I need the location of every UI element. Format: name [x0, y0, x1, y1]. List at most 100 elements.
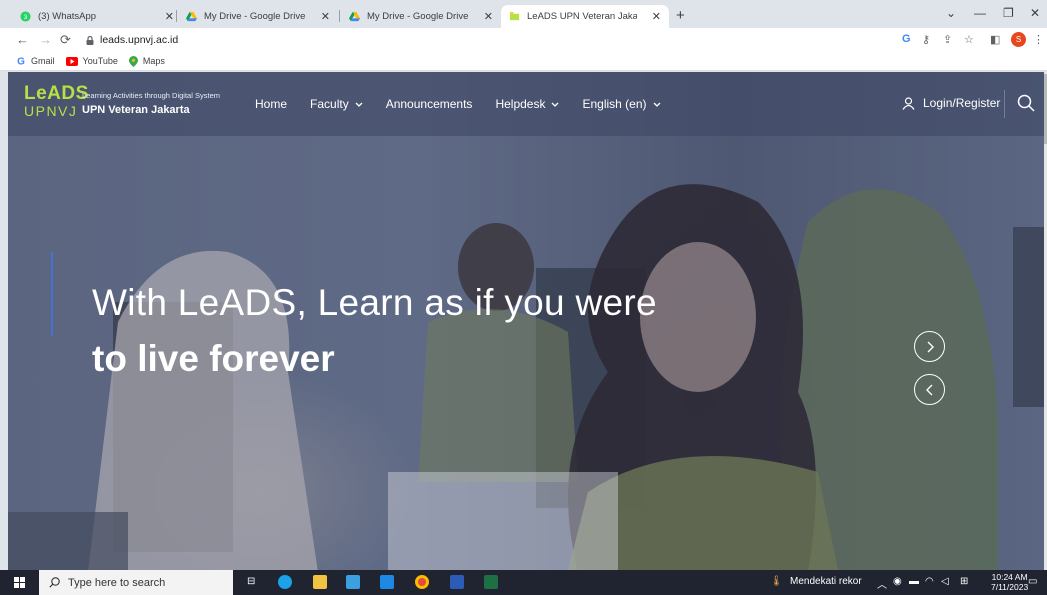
taskbar-search-placeholder: Type here to search: [68, 576, 166, 589]
search-icon[interactable]: [1017, 94, 1035, 112]
login-register-link[interactable]: Login/Register: [902, 96, 1000, 110]
menu-label: Helpdesk: [495, 97, 546, 111]
youtube-icon: [65, 56, 78, 66]
more-menu-icon[interactable]: ⋮: [1033, 33, 1044, 46]
menu-item-announcements[interactable]: Announcements: [386, 97, 473, 111]
hero-accent-line: [51, 252, 53, 336]
menu-label: Home: [255, 97, 288, 111]
weather-thermometer-icon: 🌡: [770, 576, 783, 587]
taskbar-clock[interactable]: 10:24 AM 7/11/2023: [991, 572, 1028, 592]
leads-favicon-icon: [509, 11, 520, 21]
edge-icon[interactable]: [278, 575, 292, 589]
google-lens-icon[interactable]: G: [902, 33, 911, 45]
side-panel-icon[interactable]: ◧: [990, 33, 1000, 46]
maps-pin-icon: [128, 55, 138, 67]
file-explorer-icon[interactable]: [313, 575, 327, 589]
chevron-left-icon: [925, 384, 932, 395]
whatsapp-icon: 3: [20, 11, 31, 22]
lock-icon: [86, 35, 94, 45]
leads-logo[interactable]: LeADS UPNVJ Learning Activities through …: [24, 83, 220, 119]
svg-text:G: G: [17, 57, 25, 67]
battery-icon[interactable]: ▬: [909, 576, 919, 587]
slider-prev-button[interactable]: [914, 374, 945, 405]
logo-tagline: Learning Activities through Digital Syst…: [82, 91, 220, 100]
close-tab-icon[interactable]: ✕: [165, 10, 174, 23]
volume-icon[interactable]: ◁: [941, 576, 949, 587]
language-ime-icon[interactable]: ⊞: [960, 576, 968, 587]
tab-whatsapp[interactable]: 3 (3) WhatsApp ✕: [12, 5, 182, 28]
tab-title: (3) WhatsApp: [38, 11, 97, 22]
taskbar-search-box[interactable]: Type here to search: [39, 570, 233, 595]
tab-title: LeADS UPN Veteran Jakarta: [527, 11, 637, 22]
site-navbar: LeADS UPNVJ Learning Activities through …: [8, 72, 1044, 136]
menu-item-language[interactable]: English (en): [582, 97, 660, 111]
reload-button[interactable]: ⟳: [60, 32, 71, 48]
microsoft-store-icon[interactable]: [346, 575, 360, 589]
chrome-icon[interactable]: [415, 575, 429, 589]
login-label: Login/Register: [923, 96, 1001, 110]
tab-separator: [176, 10, 177, 22]
tab-google-drive-2[interactable]: My Drive - Google Drive ✕: [341, 5, 501, 28]
chevron-down-icon: [552, 102, 559, 107]
tab-separator: [339, 10, 340, 22]
hero-headline-line2: to live forever: [92, 338, 335, 379]
close-tab-icon[interactable]: ✕: [484, 10, 493, 23]
chevron-right-icon: [927, 341, 934, 352]
google-drive-icon: [186, 11, 197, 22]
svg-text:3: 3: [24, 14, 28, 21]
close-tab-icon[interactable]: ✕: [321, 10, 330, 23]
back-button[interactable]: ←: [16, 32, 29, 47]
clock-date: 7/11/2023: [991, 582, 1029, 592]
bookmark-label: Maps: [142, 56, 165, 66]
excel-icon[interactable]: [484, 575, 498, 589]
minimize-button[interactable]: —: [974, 6, 986, 20]
address-bar[interactable]: leads.upnvj.ac.id: [86, 31, 178, 49]
restore-button[interactable]: ❐: [1003, 6, 1014, 20]
share-icon[interactable]: ⇪: [943, 33, 952, 46]
tray-app-icon[interactable]: ◉: [893, 576, 902, 587]
weather-text[interactable]: Mendekati rekor: [790, 576, 862, 587]
url-text: leads.upnvj.ac.id: [100, 34, 179, 46]
new-tab-button[interactable]: +: [676, 7, 685, 24]
tab-title: My Drive - Google Drive: [204, 11, 306, 22]
menu-item-home[interactable]: Home: [255, 97, 287, 111]
close-window-button[interactable]: ✕: [1030, 6, 1040, 20]
windows-start-icon[interactable]: [14, 577, 25, 588]
logo-leads-text: LeADS: [24, 83, 89, 104]
profile-avatar[interactable]: S: [1011, 32, 1026, 47]
bookmark-label: YouTube: [82, 56, 118, 66]
tab-google-drive-1[interactable]: My Drive - Google Drive ✕: [178, 5, 338, 28]
browser-tab-strip: 3 (3) WhatsApp ✕ My Drive - Google Drive…: [0, 0, 1047, 28]
menu-label: Faculty: [310, 97, 349, 111]
menu-label: Announcements: [385, 97, 473, 111]
chevron-down-icon: [653, 102, 660, 107]
hero-headline-line1: With LeADS, Learn as if you were: [92, 282, 657, 323]
browser-toolbar: ← → ⟳ leads.upnvj.ac.id G ⚷ ⇪ ☆ ◧ S ⋮: [0, 28, 1047, 52]
slider-next-button[interactable]: [914, 331, 945, 362]
tab-leads-active[interactable]: LeADS UPN Veteran Jakarta ✕: [501, 5, 669, 28]
bookmarks-bar: G Gmail YouTube Maps: [0, 52, 1047, 71]
tab-title: My Drive - Google Drive: [367, 11, 469, 22]
word-icon[interactable]: [450, 575, 464, 589]
bookmark-gmail[interactable]: G Gmail: [16, 56, 54, 67]
notification-icon[interactable]: ▭: [1028, 576, 1037, 587]
wifi-icon[interactable]: ◠: [925, 576, 934, 587]
password-key-icon[interactable]: ⚷: [922, 33, 930, 46]
mail-icon[interactable]: [380, 575, 394, 589]
task-view-icon[interactable]: ⊟: [247, 576, 255, 587]
nav-divider: [1004, 90, 1005, 118]
search-icon: [49, 577, 60, 588]
bookmark-youtube[interactable]: YouTube: [65, 56, 118, 66]
logo-upnvj-text: UPNVJ: [24, 103, 78, 119]
forward-button[interactable]: →: [39, 32, 52, 47]
menu-item-helpdesk[interactable]: Helpdesk: [495, 97, 559, 111]
tray-overflow-chevron-icon[interactable]: ︿: [877, 576, 887, 591]
tab-search-chevron-icon[interactable]: ⌄: [946, 6, 956, 20]
bookmark-star-icon[interactable]: ☆: [964, 33, 974, 46]
main-menu: Home Faculty Announcements Helpdesk Engl…: [255, 97, 684, 111]
clock-time: 10:24 AM: [991, 572, 1028, 582]
bookmark-maps[interactable]: Maps: [128, 55, 165, 67]
logo-university-name: UPN Veteran Jakarta: [82, 104, 190, 116]
close-tab-icon[interactable]: ✕: [652, 10, 661, 23]
menu-item-faculty[interactable]: Faculty: [310, 97, 363, 111]
